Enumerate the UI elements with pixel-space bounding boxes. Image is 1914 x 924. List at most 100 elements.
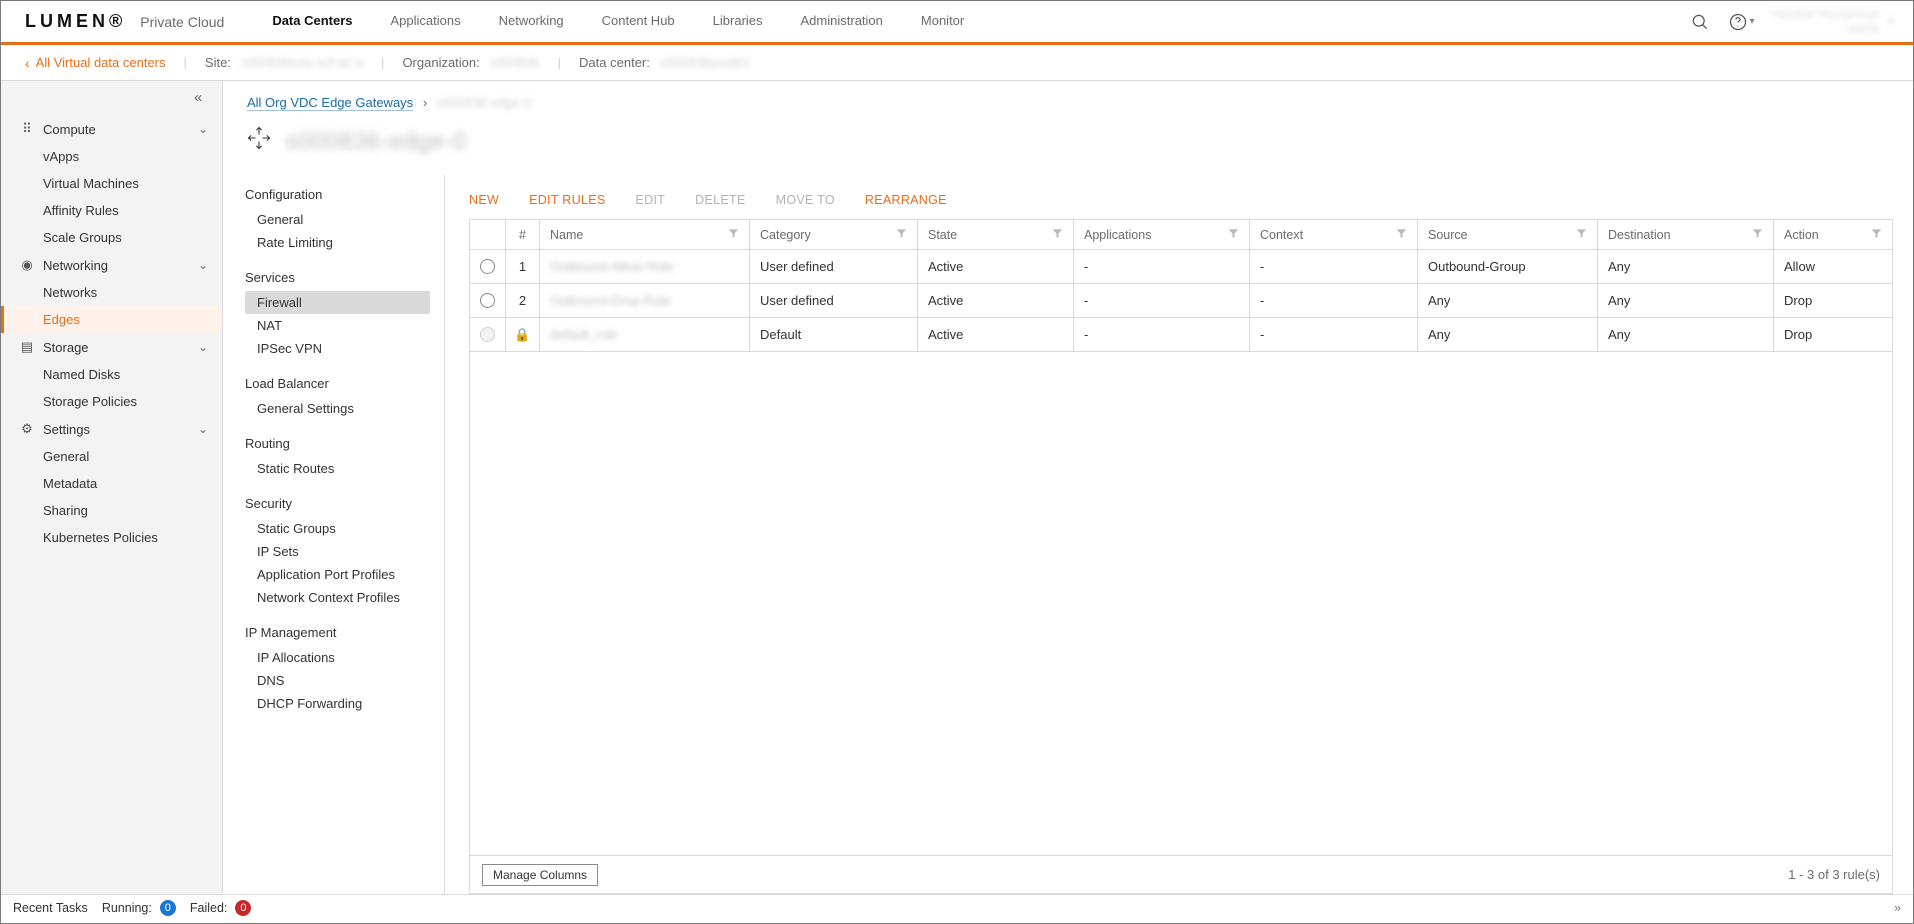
col-source[interactable]: Source bbox=[1418, 220, 1598, 249]
col-context[interactable]: Context bbox=[1250, 220, 1418, 249]
topnav-applications[interactable]: Applications bbox=[391, 1, 461, 43]
midnav-dhcp-forwarding[interactable]: DHCP Forwarding bbox=[245, 692, 430, 715]
user-name: Heather Humphreys bbox=[1773, 8, 1880, 21]
storage-icon: ▤ bbox=[19, 339, 35, 355]
topnav-libraries[interactable]: Libraries bbox=[713, 1, 763, 43]
nav-metadata[interactable]: Metadata bbox=[1, 470, 222, 497]
page-title-text: s000836-edge-0 bbox=[285, 128, 467, 156]
nav-affinity-rules[interactable]: Affinity Rules bbox=[1, 197, 222, 224]
cell-context: - bbox=[1250, 284, 1418, 317]
filter-icon[interactable] bbox=[1752, 228, 1763, 242]
filter-icon[interactable] bbox=[728, 228, 739, 242]
chevron-down-icon: ⌄ bbox=[198, 258, 208, 272]
brand-logo: LUMEN® bbox=[25, 11, 126, 32]
cell-action: Drop bbox=[1774, 318, 1892, 351]
toolbar: NEW EDIT RULES EDIT DELETE MOVE TO REARR… bbox=[469, 193, 1893, 207]
col-index[interactable]: # bbox=[506, 220, 540, 249]
midnav-app-port-profiles[interactable]: Application Port Profiles bbox=[245, 563, 430, 586]
help-icon[interactable]: ▾ bbox=[1728, 12, 1755, 32]
nav-section-compute[interactable]: ⠿ Compute ⌄ bbox=[1, 115, 222, 143]
midnav-section-ip-management: IP Management bbox=[245, 625, 444, 640]
col-category[interactable]: Category bbox=[750, 220, 918, 249]
grid-footer: Manage Columns 1 - 3 of 3 rule(s) bbox=[470, 855, 1892, 893]
nav-vapps[interactable]: vApps bbox=[1, 143, 222, 170]
midnav-ip-sets[interactable]: IP Sets bbox=[245, 540, 430, 563]
rearrange-button[interactable]: REARRANGE bbox=[865, 193, 947, 207]
col-name[interactable]: Name bbox=[540, 220, 750, 249]
cell-category: Default bbox=[750, 318, 918, 351]
midnav-section-routing: Routing bbox=[245, 436, 444, 451]
table-row[interactable]: 1 Outbound-Allow-Rule User defined Activ… bbox=[470, 250, 1892, 284]
new-button[interactable]: NEW bbox=[469, 193, 499, 207]
cell-category: User defined bbox=[750, 250, 918, 283]
filter-icon[interactable] bbox=[1871, 228, 1882, 242]
nav-networks[interactable]: Networks bbox=[1, 279, 222, 306]
status-bar: Recent Tasks Running: 0 Failed: 0 » bbox=[1, 894, 1913, 920]
col-applications[interactable]: Applications bbox=[1074, 220, 1250, 249]
topnav-monitor[interactable]: Monitor bbox=[921, 1, 964, 43]
filter-icon[interactable] bbox=[1228, 228, 1239, 242]
midnav-section-load-balancer: Load Balancer bbox=[245, 376, 444, 391]
status-label: Recent Tasks bbox=[13, 901, 88, 915]
row-radio[interactable] bbox=[480, 259, 495, 274]
nav-section-networking[interactable]: ◉ Networking ⌄ bbox=[1, 251, 222, 279]
col-destination[interactable]: Destination bbox=[1598, 220, 1774, 249]
midnav-ipsec-vpn[interactable]: IPSec VPN bbox=[245, 337, 430, 360]
col-state[interactable]: State bbox=[918, 220, 1074, 249]
midnav-static-groups[interactable]: Static Groups bbox=[245, 517, 430, 540]
nav-scale-groups[interactable]: Scale Groups bbox=[1, 224, 222, 251]
topnav-content-hub[interactable]: Content Hub bbox=[602, 1, 675, 43]
filter-icon[interactable] bbox=[1576, 228, 1587, 242]
collapse-sidebar-button[interactable] bbox=[194, 89, 216, 111]
nav-general[interactable]: General bbox=[1, 443, 222, 470]
filter-icon[interactable] bbox=[896, 228, 907, 242]
breadcrumbs: All Org VDC Edge Gateways › s000836-edge… bbox=[223, 81, 1913, 114]
nav-kubernetes-policies[interactable]: Kubernetes Policies bbox=[1, 524, 222, 551]
row-radio[interactable] bbox=[480, 293, 495, 308]
midnav-firewall[interactable]: Firewall bbox=[245, 291, 430, 314]
topnav-data-centers[interactable]: Data Centers bbox=[272, 1, 352, 43]
cell-destination: Any bbox=[1598, 250, 1774, 283]
nav-section-storage[interactable]: ▤ Storage ⌄ bbox=[1, 333, 222, 361]
cell-name: default_rule bbox=[550, 327, 618, 342]
midnav-network-context-profiles[interactable]: Network Context Profiles bbox=[245, 586, 430, 609]
manage-columns-button[interactable]: Manage Columns bbox=[482, 864, 598, 886]
midnav-nat[interactable]: NAT bbox=[245, 314, 430, 337]
dc-label: Data center: bbox=[579, 55, 650, 70]
filter-icon[interactable] bbox=[1052, 228, 1063, 242]
search-icon[interactable] bbox=[1690, 12, 1710, 32]
delete-button: DELETE bbox=[695, 193, 745, 207]
table-row[interactable]: 🔒 default_rule Default Active - - Any An… bbox=[470, 318, 1892, 352]
move-to-button: MOVE TO bbox=[776, 193, 835, 207]
topnav-networking[interactable]: Networking bbox=[499, 1, 564, 43]
cell-name: Outbound-Drop-Rule bbox=[550, 293, 671, 308]
user-sub: admin bbox=[1773, 22, 1880, 35]
topnav-administration[interactable]: Administration bbox=[801, 1, 883, 43]
nav-virtual-machines[interactable]: Virtual Machines bbox=[1, 170, 222, 197]
midnav-lb-general[interactable]: General Settings bbox=[245, 397, 430, 420]
cell-category: User defined bbox=[750, 284, 918, 317]
table-row[interactable]: 2 Outbound-Drop-Rule User defined Active… bbox=[470, 284, 1892, 318]
midnav-rate-limiting[interactable]: Rate Limiting bbox=[245, 231, 430, 254]
back-all-vdcs[interactable]: ‹ All Virtual data centers bbox=[25, 55, 166, 70]
grid-icon: ⠿ bbox=[19, 121, 35, 137]
chevron-right-icon: › bbox=[423, 95, 427, 110]
nav-section-settings[interactable]: ⚙ Settings ⌄ bbox=[1, 415, 222, 443]
col-action[interactable]: Action bbox=[1774, 220, 1892, 249]
midnav-general[interactable]: General bbox=[245, 208, 430, 231]
nav-named-disks[interactable]: Named Disks bbox=[1, 361, 222, 388]
expand-tasks-icon[interactable]: » bbox=[1894, 901, 1901, 915]
midnav-ip-allocations[interactable]: IP Allocations bbox=[245, 646, 430, 669]
nav-storage-policies[interactable]: Storage Policies bbox=[1, 388, 222, 415]
midnav-static-routes[interactable]: Static Routes bbox=[245, 457, 430, 480]
nav-edges[interactable]: Edges bbox=[1, 306, 222, 333]
edit-rules-button[interactable]: EDIT RULES bbox=[529, 193, 605, 207]
nav-sharing[interactable]: Sharing bbox=[1, 497, 222, 524]
user-menu[interactable]: Heather Humphreys admin ▾ bbox=[1773, 8, 1893, 34]
top-right: ▾ Heather Humphreys admin ▾ bbox=[1690, 8, 1893, 34]
breadcrumb-root[interactable]: All Org VDC Edge Gateways bbox=[247, 95, 413, 111]
chevron-down-icon: ⌄ bbox=[198, 422, 208, 436]
filter-icon[interactable] bbox=[1396, 228, 1407, 242]
dc-value: s000836prod01 bbox=[660, 55, 750, 70]
midnav-dns[interactable]: DNS bbox=[245, 669, 430, 692]
